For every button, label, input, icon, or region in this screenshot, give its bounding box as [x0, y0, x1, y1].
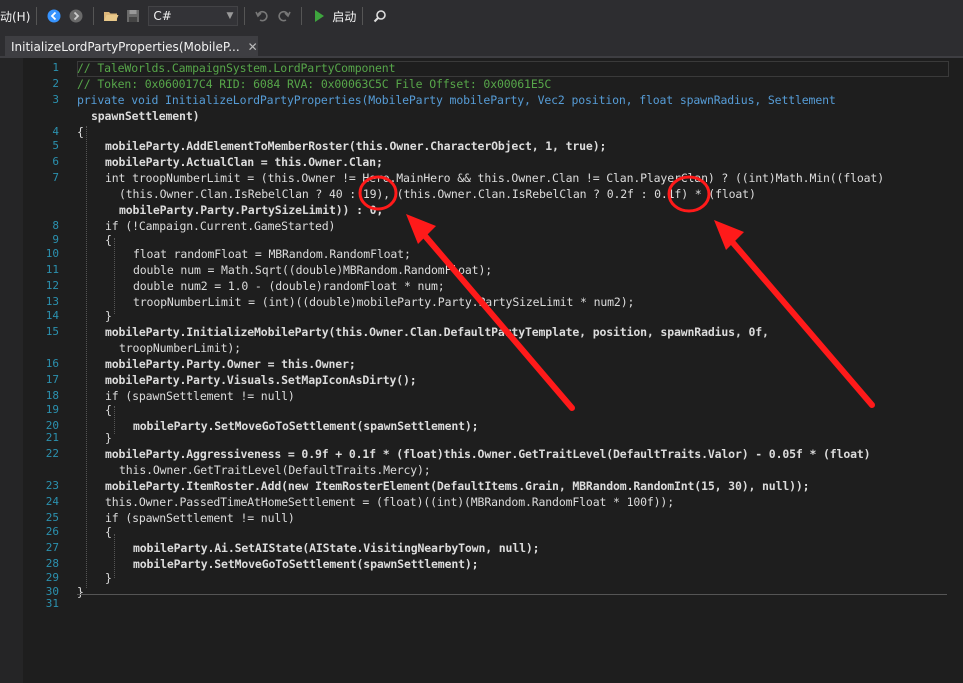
code-line: }	[77, 585, 84, 599]
open-folder-icon[interactable]	[103, 8, 119, 24]
indent-guide	[86, 126, 87, 588]
line-number: 22	[45, 447, 59, 460]
code-line: this.Owner.PassedTimeAtHomeSettlement = …	[105, 495, 674, 509]
line-number: 1	[52, 61, 59, 74]
code-line: }	[105, 571, 112, 585]
toolbar-separator	[36, 7, 38, 25]
line-number: 10	[45, 247, 59, 260]
line-number: 12	[45, 279, 59, 292]
left-margin	[0, 58, 23, 683]
line-number: 31	[45, 597, 59, 610]
document-tab[interactable]: InitializeLordPartyProperties(MobileP...…	[5, 36, 258, 58]
back-icon[interactable]	[46, 8, 62, 24]
code-line: float randomFloat = MBRandom.RandomFloat…	[133, 247, 411, 261]
code-line: {	[105, 525, 112, 539]
code-line: if (spawnSettlement != null)	[105, 389, 295, 403]
line-number: 26	[45, 525, 59, 538]
code-line: mobileParty.Party.PartySizeLimit)) : 0;	[119, 203, 384, 217]
start-icon[interactable]	[311, 8, 327, 24]
forward-icon[interactable]	[68, 8, 84, 24]
code-line: mobileParty.SetMoveGoToSettlement(spawnS…	[133, 557, 479, 571]
line-number: 7	[52, 171, 59, 184]
line-number: 6	[52, 155, 59, 168]
toolbar-separator	[93, 7, 95, 25]
indent-guide	[114, 238, 115, 314]
line-number: 16	[45, 357, 59, 370]
code-line: mobileParty.SetMoveGoToSettlement(spawnS…	[133, 419, 479, 433]
search-icon[interactable]	[372, 8, 388, 24]
line-number: 15	[45, 325, 59, 338]
code-line: {	[105, 403, 112, 417]
code-line: {	[77, 125, 84, 139]
undo-icon[interactable]	[254, 8, 270, 24]
language-select[interactable]: C# ▼	[148, 6, 239, 26]
line-number: 27	[45, 541, 59, 554]
line-number: 14	[45, 309, 59, 322]
line-number: 23	[45, 479, 59, 492]
code-line: mobileParty.ActualClan = this.Owner.Clan…	[105, 155, 383, 169]
tab-title: InitializeLordPartyProperties(MobileP...	[11, 40, 240, 54]
code-line: // TaleWorlds.CampaignSystem.LordPartyCo…	[77, 61, 396, 75]
code-line: mobileParty.AddElementToMemberRoster(thi…	[105, 139, 607, 153]
code-line: double num = Math.Sqrt((double)MBRandom.…	[133, 263, 493, 277]
toolbar-separator	[301, 7, 303, 25]
save-icon[interactable]	[125, 8, 141, 24]
code-line: // Token: 0x060017C4 RID: 6084 RVA: 0x00…	[77, 77, 552, 91]
line-number: 21	[45, 431, 59, 444]
line-number: 5	[52, 139, 59, 152]
line-number: 24	[45, 495, 59, 508]
end-of-method-line	[77, 594, 947, 595]
code-line: mobileParty.Aggressiveness = 0.9f + 0.1f…	[105, 447, 871, 461]
code-line: mobileParty.InitializeMobileParty(this.O…	[105, 325, 769, 339]
code-line: troopNumberLimit);	[119, 341, 241, 355]
line-number: 2	[52, 77, 59, 90]
indent-guide	[114, 534, 115, 578]
line-number: 11	[45, 263, 59, 276]
code-line: int troopNumberLimit = (this.Owner != He…	[105, 171, 884, 185]
line-number: 19	[45, 403, 59, 416]
code-line: mobileParty.Party.Owner = this.Owner;	[105, 357, 356, 371]
line-number: 3	[52, 93, 59, 106]
toolbar-separator	[244, 7, 246, 25]
code-line: this.Owner.GetTraitLevel(DefaultTraits.M…	[119, 463, 431, 477]
toolbar: 动(H) C# ▼ 启动	[0, 0, 963, 32]
code-line: private void InitializeLordPartyProperti…	[77, 93, 836, 107]
code-line: (this.Owner.Clan.IsRebelClan ? 40 : 19),…	[119, 187, 756, 201]
close-icon[interactable]: ✕	[248, 40, 258, 54]
redo-icon[interactable]	[276, 8, 292, 24]
code-line: if (spawnSettlement != null)	[105, 511, 295, 525]
code-line: troopNumberLimit = (int)((double)mobileP…	[133, 295, 635, 309]
code-line: double num2 = 1.0 - (double)randomFloat …	[133, 279, 445, 293]
language-value: C#	[153, 9, 172, 23]
indent-guide	[114, 406, 115, 434]
document-tabstrip: InitializeLordPartyProperties(MobileP...…	[0, 32, 963, 58]
toolbar-separator	[362, 7, 364, 25]
code-line: {	[105, 233, 112, 247]
code-line: }	[105, 431, 112, 445]
line-number: 17	[45, 373, 59, 386]
code-line: spawnSettlement)	[91, 109, 200, 123]
chevron-down-icon: ▼	[226, 11, 234, 21]
code-line: }	[105, 309, 112, 323]
code-line: mobileParty.ItemRoster.Add(new ItemRoste…	[105, 479, 810, 493]
code-line: if (!Campaign.Current.GameStarted)	[105, 219, 336, 233]
start-button-label[interactable]: 启动	[332, 8, 356, 25]
help-menu[interactable]: 动(H)	[0, 8, 30, 25]
code-line: mobileParty.Ai.SetAIState(AIState.Visiti…	[133, 541, 540, 555]
code-line: mobileParty.Party.Visuals.SetMapIconAsDi…	[105, 373, 417, 387]
